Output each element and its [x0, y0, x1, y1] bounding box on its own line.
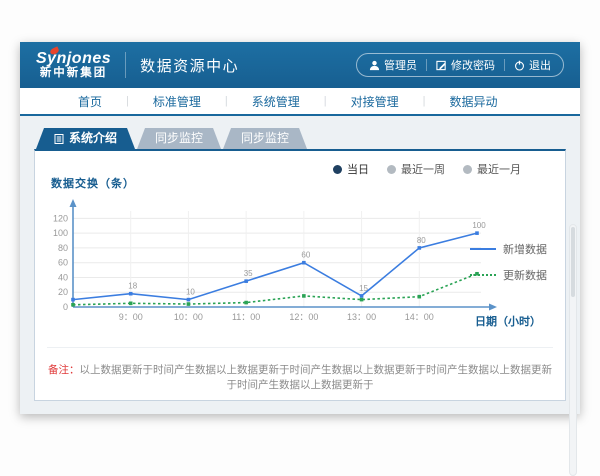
- svg-text:9：00: 9：00: [119, 312, 143, 322]
- user-menu: 管理员 修改密码 退出: [356, 53, 564, 77]
- tab-bar: 系统介绍 同步监控 同步监控: [36, 128, 566, 149]
- content-area: 系统介绍 同步监控 同步监控 当日 最近一周 最近一月 数据交: [20, 116, 580, 414]
- footnote-text: 以上数据更新于时间产生数据以上数据更新于时间产生数据以上数据更新于时间产生数据以…: [80, 364, 553, 391]
- scrollbar-thumb[interactable]: [571, 227, 575, 297]
- radio-today[interactable]: 当日: [333, 161, 369, 177]
- svg-text:80: 80: [417, 236, 426, 245]
- svg-text:11：00: 11：00: [232, 312, 260, 322]
- scrollbar[interactable]: [569, 224, 577, 476]
- chart-panel: 当日 最近一周 最近一月 数据交换（条） 0 20 40 60 80 100 120 9：00…: [34, 149, 566, 401]
- app-window: Synjones 新中新集团 数据资源中心 管理员 修改密码: [20, 42, 580, 414]
- svg-text:10: 10: [186, 288, 195, 297]
- svg-text:80: 80: [58, 243, 68, 253]
- main-nav: 首页 | 标准管理 | 系统管理 | 对接管理 | 数据异动: [20, 88, 580, 116]
- change-password-button[interactable]: 修改密码: [436, 57, 495, 73]
- tab-system-intro[interactable]: 系统介绍: [36, 128, 135, 149]
- header-bar: Synjones 新中新集团 数据资源中心 管理员 修改密码: [20, 42, 580, 88]
- logo-text: Synjones: [36, 50, 111, 68]
- svg-text:15: 15: [359, 284, 368, 293]
- footnote-prefix: 备注：: [48, 364, 80, 376]
- header-divider: [125, 52, 126, 78]
- svg-text:10：00: 10：00: [174, 312, 203, 322]
- page-title: 数据资源中心: [140, 55, 239, 76]
- radio-last-week[interactable]: 最近一周: [387, 161, 445, 177]
- y-axis-label: 数据交换（条）: [51, 175, 555, 191]
- svg-text:40: 40: [58, 272, 68, 282]
- change-password-label: 修改密码: [451, 57, 495, 73]
- svg-text:35: 35: [244, 269, 253, 278]
- radio-selected-icon: [333, 165, 342, 174]
- user-label: 管理员: [384, 57, 417, 73]
- tab-label: 系统介绍: [69, 128, 117, 149]
- svg-text:12：00: 12：00: [289, 312, 318, 322]
- svg-text:0: 0: [63, 302, 68, 312]
- x-axis-label: 日期（小时）: [475, 313, 541, 329]
- logo-subtitle: 新中新集团: [36, 67, 111, 80]
- user-icon: [369, 60, 380, 71]
- radio-unselected-icon: [463, 165, 472, 174]
- svg-text:60: 60: [58, 258, 68, 268]
- svg-text:18: 18: [128, 282, 137, 291]
- svg-text:120: 120: [53, 213, 68, 223]
- svg-text:14：00: 14：00: [405, 312, 434, 322]
- edit-icon: [436, 60, 447, 71]
- radio-unselected-icon: [387, 165, 396, 174]
- footnote: 备注：以上数据更新于时间产生数据以上数据更新于时间产生数据以上数据更新于时间产生…: [47, 347, 553, 392]
- logout-label: 退出: [529, 57, 551, 73]
- legend-item-new-data: 新增数据: [470, 241, 547, 257]
- svg-text:20: 20: [58, 287, 68, 297]
- line-chart: 0 20 40 60 80 100 120 9：00 10：00 11：00 12：00 13：00 1…: [43, 197, 513, 325]
- power-icon: [514, 60, 525, 71]
- svg-text:60: 60: [301, 251, 310, 260]
- logout-button[interactable]: 退出: [514, 57, 551, 73]
- green-dotted-swatch: [470, 274, 496, 276]
- radio-last-month[interactable]: 最近一月: [463, 161, 521, 177]
- nav-item-system-mgmt[interactable]: 系统管理: [228, 93, 324, 110]
- svg-text:100: 100: [472, 221, 486, 230]
- nav-item-standard-mgmt[interactable]: 标准管理: [129, 93, 225, 110]
- blue-line-swatch: [470, 248, 496, 250]
- current-user[interactable]: 管理员: [369, 57, 417, 73]
- synjones-logo: Synjones 新中新集团: [36, 50, 111, 80]
- tab-sync-monitor-1[interactable]: 同步监控: [137, 128, 221, 149]
- svg-text:100: 100: [53, 228, 68, 238]
- nav-item-data-change[interactable]: 数据异动: [426, 93, 522, 110]
- nav-item-interface-mgmt[interactable]: 对接管理: [327, 93, 423, 110]
- document-icon: [54, 134, 64, 144]
- tab-sync-monitor-2[interactable]: 同步监控: [223, 128, 307, 149]
- range-filter: 当日 最近一周 最近一月: [333, 161, 521, 177]
- svg-text:13：00: 13：00: [347, 312, 376, 322]
- legend-item-updated-data: 更新数据: [470, 267, 547, 283]
- nav-item-home[interactable]: 首页: [54, 93, 126, 110]
- series-legend: 新增数据 更新数据: [470, 241, 547, 293]
